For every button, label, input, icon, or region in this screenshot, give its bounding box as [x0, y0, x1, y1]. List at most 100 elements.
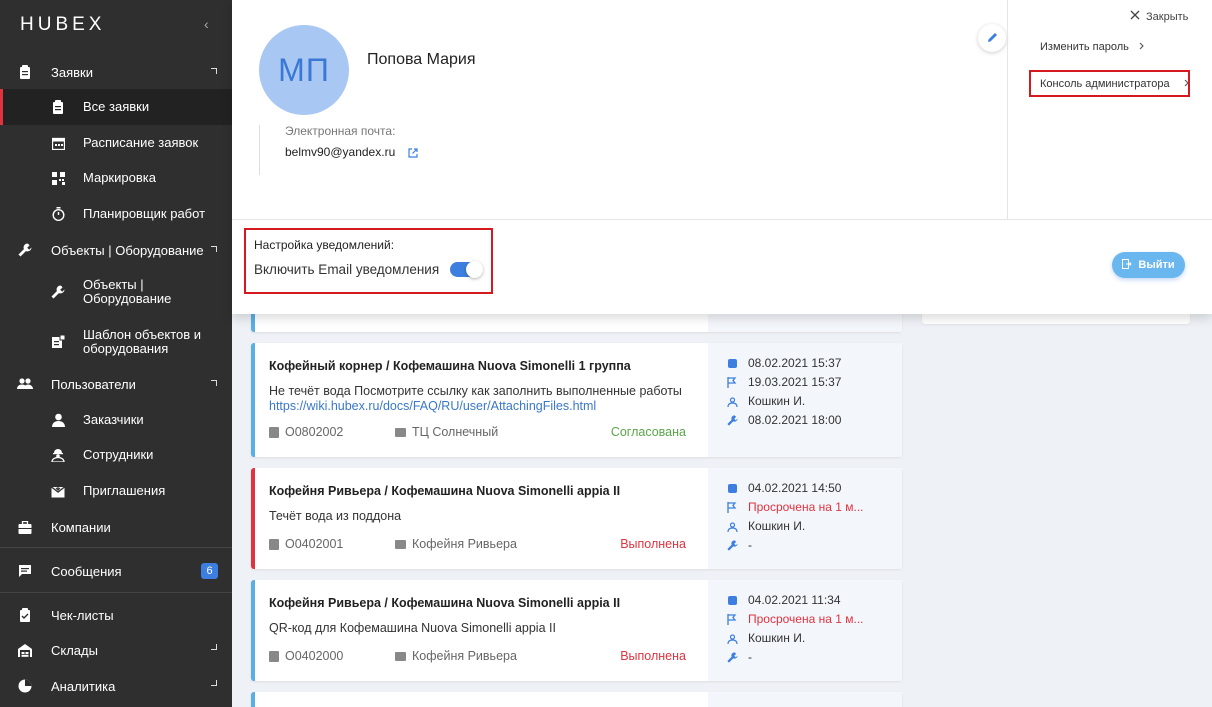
- pie-chart-icon: [17, 678, 33, 694]
- assignee: Кошкин И.: [748, 519, 806, 533]
- request-location: Кофейня Ривьера: [412, 649, 517, 663]
- pencil-icon: [987, 31, 998, 46]
- sidebar-item-objects[interactable]: Объекты | Оборудование: [0, 238, 232, 262]
- sidebar-item-all-requests[interactable]: Все заявки: [0, 89, 232, 125]
- sidebar-item-objects-equipment[interactable]: Объекты | Оборудование: [0, 277, 232, 307]
- chevron-icon: [211, 680, 217, 686]
- chevron-icon: [211, 246, 217, 252]
- request-number: O0402000: [285, 649, 344, 663]
- request-card[interactable]: Кофейня Ривьера / Кофемашина Nuova Simon…: [251, 580, 902, 681]
- request-location: ТЦ Солнечный: [412, 425, 499, 439]
- chevron-icon: [211, 644, 217, 650]
- sidebar-item-checklists[interactable]: Чек-листы: [0, 603, 232, 627]
- sidebar-item-label: Компании: [51, 519, 111, 535]
- request-location: Кофейня Ривьера: [412, 537, 517, 551]
- unread-count-badge: 6: [201, 563, 218, 579]
- status-badge: Выполнена: [620, 649, 686, 663]
- request-card-partial[interactable]: [251, 692, 902, 707]
- sidebar-item-requests[interactable]: Заявки: [0, 60, 232, 84]
- clipboard-icon: [269, 650, 279, 662]
- sidebar-item-analytics[interactable]: Аналитика: [0, 674, 232, 698]
- briefcase-icon: [395, 427, 406, 437]
- request-card[interactable]: Кофейня Ривьера / Кофемашина Nuova Simon…: [251, 468, 902, 569]
- email-notifications-toggle[interactable]: [450, 261, 483, 278]
- admin-console-label: Консоль администратора: [1040, 78, 1170, 90]
- divider: [259, 125, 260, 175]
- warehouse-icon: [17, 642, 33, 658]
- sidebar-divider: [0, 592, 232, 593]
- calendar-icon: [726, 594, 738, 606]
- sidebar-item-employees[interactable]: Сотрудники: [0, 443, 232, 467]
- logout-label: Выйти: [1138, 259, 1175, 271]
- sidebar-item-messages[interactable]: Сообщения 6: [0, 559, 232, 583]
- sidebar-item-label: Объекты | Оборудование: [51, 242, 204, 258]
- notification-settings-title: Настройка уведомлений:: [254, 238, 395, 252]
- created-date: 04.02.2021 14:50: [748, 481, 842, 495]
- sidebar-item-templates[interactable]: Шаблон объектов и оборудования: [0, 327, 232, 357]
- sidebar: HUBEX ‹ Заявки Все заявки Расписание зая…: [0, 0, 232, 707]
- collapse-sidebar-icon[interactable]: ‹: [204, 16, 209, 32]
- admin-console-link[interactable]: Консоль администратора: [1040, 78, 1189, 90]
- chevron-icon: [211, 68, 217, 74]
- edit-profile-button[interactable]: [978, 24, 1006, 52]
- chevron-right-icon: [1184, 78, 1189, 90]
- sidebar-item-label: Планировщик работ: [83, 206, 206, 221]
- assignee: Кошкин И.: [748, 394, 806, 408]
- sidebar-item-label: Приглашения: [83, 483, 166, 498]
- sidebar-item-marking[interactable]: Маркировка: [0, 166, 232, 190]
- checklist-icon: [17, 607, 33, 623]
- sidebar-item-schedule[interactable]: Расписание заявок: [0, 131, 232, 155]
- deadline-date: Просрочена на 1 м...: [748, 612, 864, 626]
- template-icon: [50, 334, 66, 350]
- calendar-icon: [726, 482, 738, 494]
- invite-icon: [50, 483, 66, 499]
- request-description: QR-код для Кофемашина Nuova Simonelli ap…: [269, 621, 556, 635]
- status-badge: Согласована: [610, 425, 686, 439]
- profile-name: Попова Мария: [367, 51, 476, 68]
- message-icon: [17, 563, 33, 579]
- sidebar-item-label: Склады: [51, 642, 98, 658]
- email-label: Электронная почта:: [285, 124, 396, 138]
- sidebar-item-users[interactable]: Пользователи: [0, 372, 232, 396]
- sidebar-item-work-planner[interactable]: Планировщик работ: [0, 202, 232, 226]
- close-label: Закрыть: [1146, 10, 1189, 23]
- clipboard-icon: [269, 426, 279, 438]
- wrench-icon: [726, 414, 738, 426]
- sidebar-item-label: Чек-листы: [51, 607, 114, 623]
- divider: [232, 219, 1212, 220]
- wrench-icon: [726, 651, 738, 663]
- logout-button[interactable]: Выйти: [1112, 252, 1185, 278]
- sidebar-item-label: Все заявки: [83, 99, 150, 114]
- close-button[interactable]: Закрыть: [1130, 10, 1188, 23]
- sidebar-item-warehouses[interactable]: Склады: [0, 638, 232, 662]
- request-title: Кофейный корнер / Кофемашина Nuova Simon…: [269, 359, 631, 373]
- sidebar-item-label: Расписание заявок: [83, 135, 199, 150]
- created-date: 08.02.2021 15:37: [748, 356, 842, 370]
- worker-icon: [726, 520, 738, 532]
- request-title: Кофейня Ривьера / Кофемашина Nuova Simon…: [269, 484, 621, 498]
- calendar-icon: [50, 135, 66, 151]
- sidebar-item-label: Маркировка: [83, 170, 156, 185]
- request-card[interactable]: Кофейный корнер / Кофемашина Nuova Simon…: [251, 343, 902, 457]
- calendar-icon: [726, 357, 738, 369]
- sidebar-item-invitations[interactable]: Приглашения: [0, 479, 232, 503]
- profile-panel: МП Попова Мария Электронная почта: belmv…: [232, 0, 1212, 314]
- wrench-icon: [726, 539, 738, 551]
- deadline-date: Просрочена на 1 м...: [748, 500, 864, 514]
- sidebar-item-customers[interactable]: Заказчики: [0, 408, 232, 432]
- request-title: Кофейня Ривьера / Кофемашина Nuova Simon…: [269, 596, 621, 610]
- briefcase-icon: [395, 539, 406, 549]
- close-icon: [1130, 10, 1140, 23]
- assignee: Кошкин И.: [748, 631, 806, 645]
- clipboard-icon: [50, 99, 66, 115]
- request-link[interactable]: https://wiki.hubex.ru/docs/FAQ/RU/user/A…: [269, 399, 596, 413]
- external-link-icon[interactable]: [408, 146, 418, 161]
- status-badge: Выполнена: [620, 537, 686, 551]
- sidebar-item-label: Заказчики: [83, 412, 144, 427]
- sidebar-item-companies[interactable]: Компании: [0, 515, 232, 539]
- deadline-date: 19.03.2021 15:37: [748, 375, 842, 389]
- request-number: O0802002: [285, 425, 344, 439]
- sidebar-item-label: Пользователи: [51, 376, 136, 392]
- change-password-link[interactable]: Изменить пароль: [1040, 41, 1144, 53]
- sidebar-item-label: Аналитика: [51, 678, 116, 694]
